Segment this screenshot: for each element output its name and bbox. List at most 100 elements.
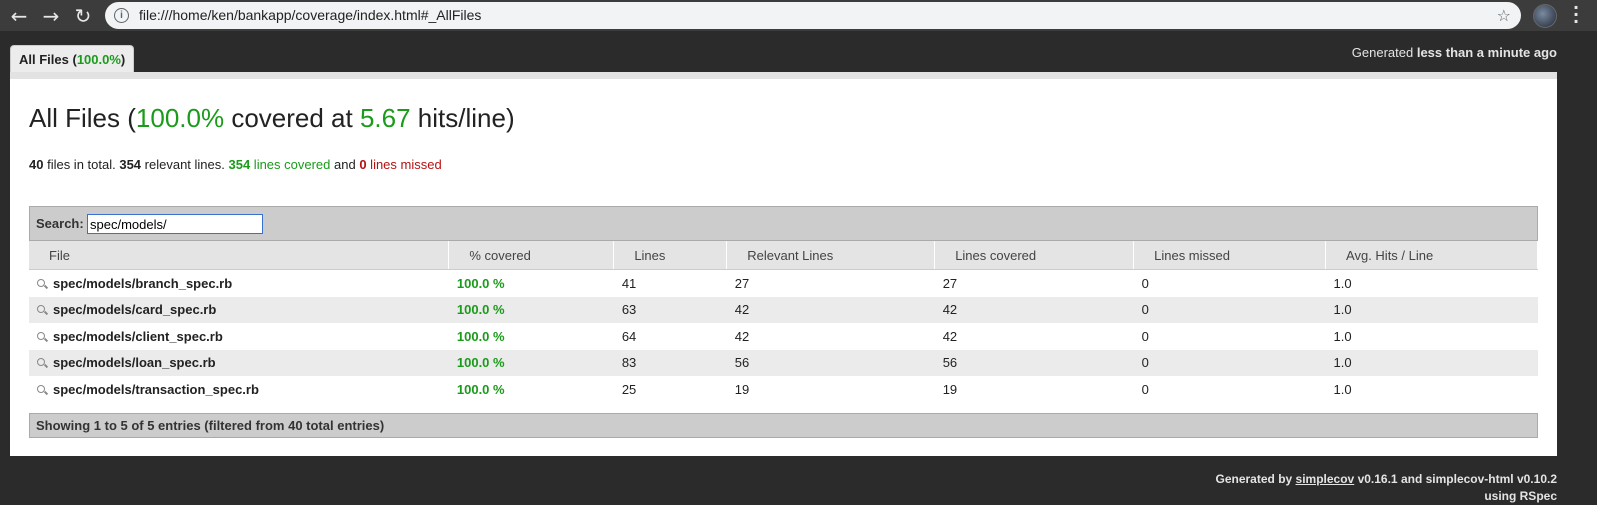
stat-covered: 354: [228, 157, 251, 172]
table-header-row: File % covered Lines Relevant Lines Line…: [29, 241, 1538, 270]
column-header-avg-hits[interactable]: Avg. Hits / Line: [1325, 241, 1538, 270]
address-bar[interactable]: i file:///home/ken/bankapp/coverage/inde…: [105, 2, 1521, 29]
percent-cell: 100.0 %: [456, 328, 505, 344]
reload-icon[interactable]: ↻: [70, 3, 96, 29]
relevant-cell: 19: [734, 381, 750, 397]
covered-cell: 19: [942, 381, 958, 397]
file-cell[interactable]: spec/models/transaction_spec.rb: [29, 376, 449, 403]
file-link[interactable]: spec/models/branch_spec.rb: [53, 276, 232, 291]
footer-versions: v0.16.1 and simplecov-html v0.10.2: [1354, 472, 1557, 486]
back-arrow-icon[interactable]: ←: [6, 3, 32, 29]
magnifier-icon: [37, 358, 47, 368]
file-link[interactable]: spec/models/transaction_spec.rb: [53, 382, 259, 397]
lines-cell: 25: [621, 381, 637, 397]
coverage-page: All Files (100.0%) Generated less than a…: [0, 31, 1597, 504]
tab-percent: 100.0%: [76, 52, 121, 67]
title-suffix: hits/line): [410, 103, 515, 133]
percent-cell: 100.0 %: [448, 349, 614, 376]
table-info: Showing 1 to 5 of 5 entries (filtered fr…: [29, 413, 1538, 438]
stat-files-text: files in total.: [43, 157, 120, 172]
coverage-stats: 40 files in total. 354 relevant lines. 3…: [29, 157, 442, 172]
percent-cell: 100.0 %: [448, 296, 614, 323]
table-row: spec/models/branch_spec.rb 100.0 % 41 27…: [29, 270, 1538, 297]
file-cell[interactable]: spec/models/card_spec.rb: [29, 296, 449, 323]
relevant-cell: 42: [726, 296, 935, 323]
file-link[interactable]: spec/models/loan_spec.rb: [53, 355, 216, 370]
relevant-cell: 27: [734, 275, 750, 291]
file-cell[interactable]: spec/models/loan_spec.rb: [29, 349, 449, 376]
column-header-percent-covered[interactable]: % covered: [448, 241, 615, 270]
lines-cell: 83: [613, 349, 727, 376]
stat-missed: 0: [359, 157, 367, 172]
column-header-file[interactable]: File: [29, 241, 450, 270]
missed-cell: 0: [1141, 275, 1149, 291]
title-covered-percent: 100.0%: [135, 103, 225, 133]
stat-covered-text: lines covered: [250, 157, 331, 172]
file-link[interactable]: spec/models/client_spec.rb: [53, 329, 223, 344]
missed-cell: 0: [1133, 349, 1326, 376]
magnifier-icon: [37, 278, 47, 289]
site-info-icon[interactable]: i: [114, 8, 129, 23]
bookmark-star-icon[interactable]: ☆: [1497, 2, 1511, 29]
url-text: file:///home/ken/bankapp/coverage/index.…: [139, 7, 482, 23]
page-title: All Files (100.0% covered at 5.67 hits/l…: [29, 103, 515, 134]
stat-and-text: and: [330, 157, 360, 172]
relevant-cell: 56: [726, 349, 935, 376]
table-row: spec/models/client_spec.rb 100.0 % 64 42…: [29, 323, 1538, 350]
stat-missed-text: lines missed: [366, 157, 442, 172]
page-footer: Generated by simplecov v0.16.1 and simpl…: [1216, 471, 1558, 505]
missed-cell: 0: [1141, 381, 1149, 397]
footer-using: using RSpec: [1484, 489, 1557, 503]
browser-menu-icon[interactable]: · · ·: [1568, 0, 1584, 30]
lines-cell: 63: [613, 296, 727, 323]
missed-cell: 0: [1133, 296, 1326, 323]
avg-cell: 1.0: [1333, 275, 1352, 291]
column-header-relevant-lines[interactable]: Relevant Lines: [726, 241, 936, 270]
column-header-lines-missed[interactable]: Lines missed: [1133, 241, 1327, 270]
coverage-table: File % covered Lines Relevant Lines Line…: [29, 241, 1538, 403]
title-prefix: All Files (: [29, 103, 136, 133]
covered-cell: 27: [942, 275, 958, 291]
main-panel: All Files (100.0% covered at 5.67 hits/l…: [10, 72, 1557, 456]
file-cell[interactable]: spec/models/client_spec.rb: [29, 323, 449, 350]
covered-cell: 42: [942, 328, 958, 344]
generated-prefix: Generated: [1351, 45, 1414, 60]
avg-cell: 1.0: [1325, 296, 1538, 323]
forward-arrow-icon[interactable]: →: [38, 3, 64, 29]
magnifier-icon: [37, 384, 47, 395]
footer-generated-by: Generated by: [1215, 472, 1296, 486]
magnifier-icon: [37, 305, 47, 315]
covered-cell: 42: [934, 296, 1134, 323]
lines-cell: 64: [621, 328, 637, 344]
magnifier-icon: [37, 331, 47, 342]
search-input[interactable]: [87, 214, 263, 234]
tab-label: All Files: [19, 52, 69, 67]
search-label: Search:: [36, 216, 84, 231]
column-header-lines-covered[interactable]: Lines covered: [934, 241, 1135, 270]
avg-cell: 1.0: [1333, 381, 1352, 397]
percent-cell: 100.0 %: [456, 275, 505, 291]
lines-cell: 41: [621, 275, 637, 291]
table-row: spec/models/transaction_spec.rb 100.0 % …: [29, 376, 1538, 403]
simplecov-link[interactable]: simplecov: [1296, 472, 1355, 486]
file-cell[interactable]: spec/models/branch_spec.rb: [29, 270, 449, 297]
stat-relevant: 354: [119, 157, 142, 172]
title-middle: covered at: [224, 103, 360, 133]
relevant-cell: 42: [734, 328, 750, 344]
missed-cell: 0: [1141, 328, 1149, 344]
covered-cell: 56: [934, 349, 1134, 376]
profile-avatar[interactable]: [1533, 4, 1557, 28]
percent-cell: 100.0 %: [456, 381, 505, 397]
browser-toolbar: ← → ↻ i file:///home/ken/bankapp/coverag…: [0, 0, 1597, 31]
stat-relevant-text: relevant lines.: [141, 157, 229, 172]
tab-all-files[interactable]: All Files (100.0%): [10, 45, 135, 73]
avg-cell: 1.0: [1325, 349, 1538, 376]
table-row: spec/models/card_spec.rb 100.0 % 63 42 4…: [29, 296, 1538, 323]
title-hits: 5.67: [359, 103, 411, 133]
avg-cell: 1.0: [1333, 328, 1352, 344]
search-bar: Search:: [29, 206, 1538, 241]
column-header-lines[interactable]: Lines: [613, 241, 728, 270]
footer-line-1: Generated by simplecov v0.16.1 and simpl…: [1216, 471, 1558, 488]
generated-time: less than a minute ago: [1416, 45, 1557, 60]
file-link[interactable]: spec/models/card_spec.rb: [53, 302, 216, 317]
